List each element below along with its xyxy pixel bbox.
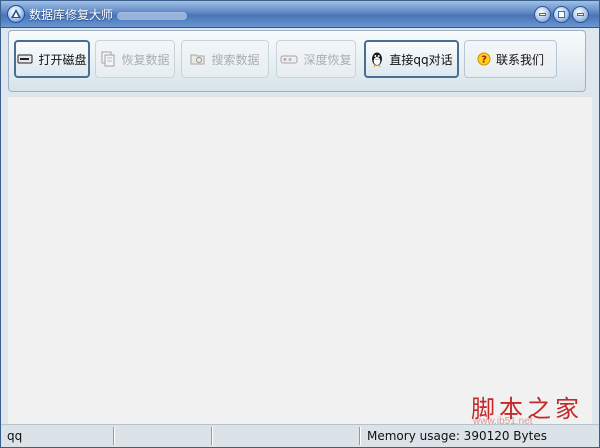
recover-data-label: 恢复数据 bbox=[121, 52, 170, 67]
contact-us-label: 联系我们 bbox=[495, 52, 544, 67]
close-icon bbox=[577, 13, 584, 16]
maximize-icon bbox=[558, 11, 565, 18]
status-bar: qq Memory usage: 390120 Bytes bbox=[1, 424, 599, 447]
memory-usage-text: Memory usage: 390120 Bytes bbox=[367, 429, 547, 443]
watermark-logo: 脚本之家 www.jb51.net bbox=[471, 389, 591, 429]
status-left-text: qq bbox=[7, 429, 23, 443]
minimize-icon bbox=[539, 13, 546, 16]
search-data-label: 搜索数据 bbox=[211, 52, 260, 67]
status-divider bbox=[211, 427, 212, 445]
qq-chat-button[interactable]: 直接qq对话 bbox=[364, 40, 459, 78]
title-blurred-suffix bbox=[117, 11, 188, 20]
recover-data-button[interactable]: 恢复数据 bbox=[95, 40, 175, 78]
open-disk-button[interactable]: 打开磁盘 bbox=[14, 40, 90, 78]
app-logo-icon[interactable] bbox=[7, 5, 25, 23]
documents-icon bbox=[101, 51, 115, 67]
title-bar[interactable]: 数据库修复大师 bbox=[1, 1, 599, 28]
help-question-icon: ? bbox=[477, 52, 491, 66]
status-divider bbox=[113, 427, 114, 445]
search-data-button[interactable]: 搜索数据 bbox=[181, 40, 269, 78]
status-divider bbox=[359, 427, 360, 445]
main-content-area[interactable] bbox=[8, 96, 592, 425]
app-window: 数据库修复大师 打开磁盘 恢复数据 搜索数据 深度恢复 直接qq对话 ? 联系我… bbox=[0, 0, 600, 448]
toolbar: 打开磁盘 恢复数据 搜索数据 深度恢复 直接qq对话 ? 联系我们 bbox=[8, 30, 586, 92]
search-folder-icon bbox=[190, 54, 205, 65]
window-title: 数据库修复大师 bbox=[29, 6, 188, 23]
deep-recovery-label: 深度恢复 bbox=[303, 52, 352, 67]
close-button[interactable] bbox=[572, 6, 589, 23]
open-disk-label: 打开磁盘 bbox=[38, 52, 87, 67]
svg-text:?: ? bbox=[481, 55, 487, 66]
deep-recovery-button[interactable]: 深度恢复 bbox=[276, 40, 356, 78]
qq-chat-label: 直接qq对话 bbox=[389, 52, 453, 67]
contact-us-button[interactable]: ? 联系我们 bbox=[464, 40, 557, 78]
disk-drive-icon bbox=[17, 54, 33, 64]
minimize-button[interactable] bbox=[534, 6, 551, 23]
maximize-button[interactable] bbox=[553, 6, 570, 23]
qq-penguin-icon bbox=[372, 52, 383, 67]
deep-recovery-icon bbox=[280, 55, 298, 64]
